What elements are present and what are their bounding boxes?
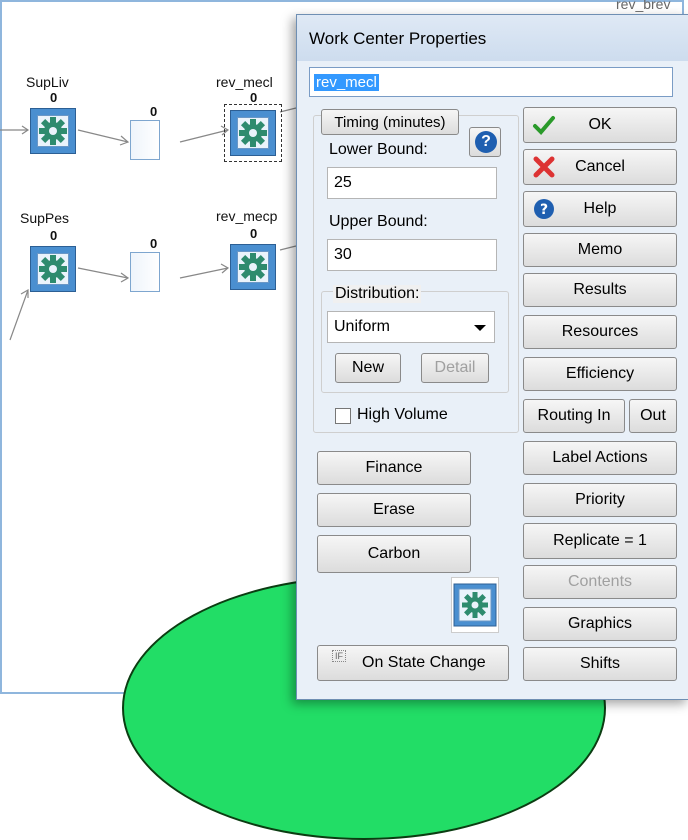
cancel-label: Cancel [575,158,625,175]
node-label-rev-mecl: rev_mecl [216,74,273,90]
partial-node-label: rev_brev [616,0,671,12]
routing-in-button[interactable]: Routing In [523,399,625,433]
help-icon: ? [534,199,554,219]
gear-icon [239,119,267,147]
upper-bound-label: Upper Bound: [329,213,428,230]
on-state-change-label: On State Change [362,654,486,671]
detail-button[interactable]: Detail [421,353,489,383]
node-count-supliv: 0 [50,90,58,105]
node-count-rev-mecl: 0 [250,90,258,105]
state-change-icon: IF [332,650,346,662]
dialog-title: Work Center Properties [309,29,487,48]
on-state-change-button[interactable]: IF On State Change [317,645,509,681]
node-count-suppes: 0 [50,228,58,243]
gear-icon [39,255,67,283]
carbon-button[interactable]: Carbon [317,535,471,573]
distribution-label: Distribution: [333,285,422,303]
replicate-button[interactable]: Replicate = 1 [523,523,677,559]
workcenter-supliv[interactable] [30,108,76,154]
timing-help-button[interactable]: ? [469,127,501,157]
help-label: Help [583,200,617,217]
connector-arrows [0,107,297,341]
routing-out-button[interactable]: Out [629,399,677,433]
workcenter-rev-mecp[interactable] [230,244,276,290]
timing-minutes-button[interactable]: Timing (minutes) [321,109,459,135]
gear-icon [453,583,497,627]
gear-icon [39,117,67,145]
node-count-rev-mecp: 0 [250,226,258,241]
cancel-button[interactable]: Cancel [523,149,677,185]
high-volume-checkbox[interactable] [335,408,351,424]
graphics-button[interactable]: Graphics [523,607,677,641]
workcenter-name-value: rev_mecl [314,74,379,91]
workcenter-suppes[interactable] [30,246,76,292]
node-label-supliv: SupLiv [26,74,69,90]
workcenter-graphic-preview[interactable] [451,577,499,633]
new-distribution-button[interactable]: New [335,353,401,383]
buffer[interactable] [130,252,160,292]
contents-button[interactable]: Contents [523,565,677,599]
node-label-rev-mecp: rev_mecp [216,208,278,224]
gear-icon [239,253,267,281]
resources-button[interactable]: Resources [523,315,677,349]
upper-bound-input[interactable]: 30 [327,239,497,271]
ok-label: OK [588,116,612,133]
buffer-count: 0 [150,236,158,251]
checkmark-icon [533,116,555,135]
svg-text:?: ? [540,202,548,218]
distribution-value: Uniform [334,318,391,335]
efficiency-button[interactable]: Efficiency [523,357,677,391]
distribution-select[interactable]: Uniform [327,311,495,343]
work-center-properties-dialog: Work Center Properties rev_mecl Timing (… [296,14,688,700]
buffer[interactable] [130,120,160,160]
workcenter-rev-mecl[interactable] [230,110,276,156]
question-icon: ? [475,131,497,153]
shifts-button[interactable]: Shifts [523,647,677,681]
ok-button[interactable]: OK [523,107,677,143]
high-volume-label: High Volume [357,406,448,423]
buffer-count: 0 [150,104,158,119]
help-button[interactable]: ? Help [523,191,677,227]
node-label-suppes: SupPes [20,210,70,226]
results-button[interactable]: Results [523,273,677,307]
chevron-down-icon [474,325,486,331]
finance-button[interactable]: Finance [317,451,471,485]
close-icon [533,156,555,178]
lower-bound-input[interactable]: 25 [327,167,497,199]
priority-button[interactable]: Priority [523,483,677,517]
memo-button[interactable]: Memo [523,233,677,267]
lower-bound-label: Lower Bound: [329,141,428,158]
workcenter-name-input[interactable]: rev_mecl [309,67,673,97]
dialog-titlebar[interactable]: Work Center Properties [297,15,688,61]
label-actions-button[interactable]: Label Actions [523,441,677,475]
erase-button[interactable]: Erase [317,493,471,527]
